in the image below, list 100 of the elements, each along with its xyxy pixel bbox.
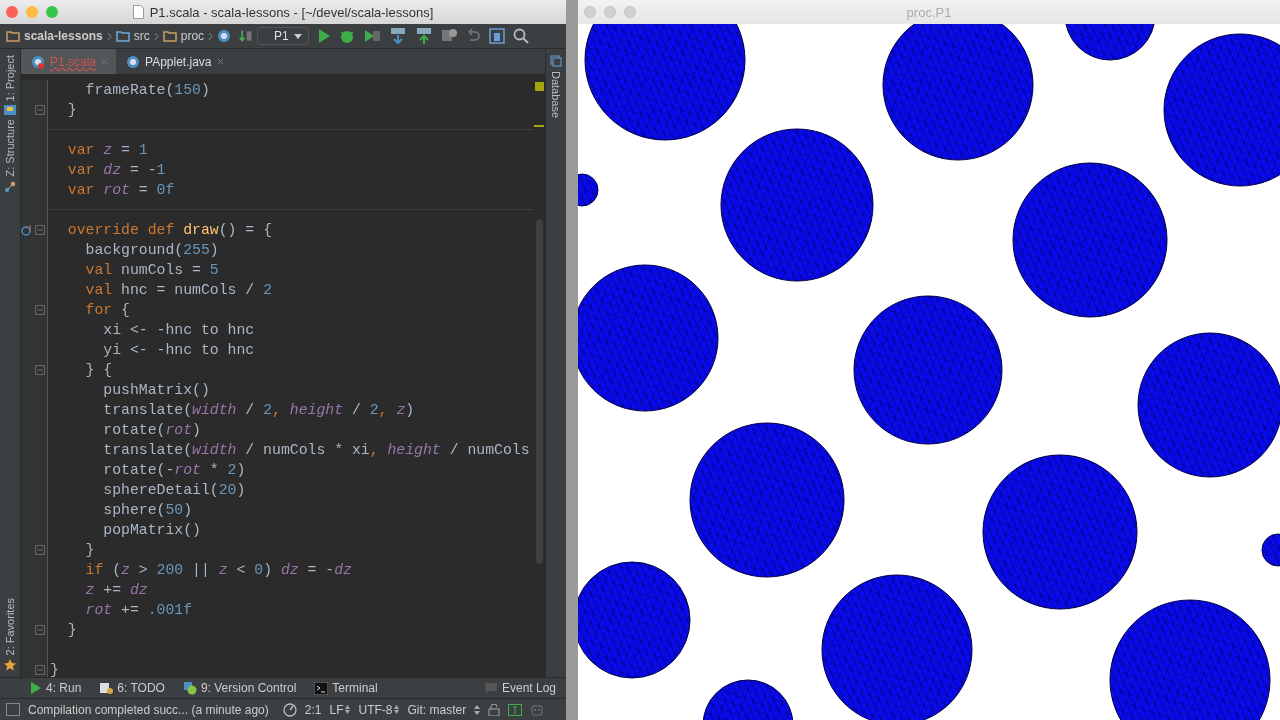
code-line: rot += .001f (84, 601, 194, 620)
minimize-button[interactable] (26, 6, 38, 18)
code-line: sphereDetail(20) (102, 481, 247, 500)
run-config-dropdown[interactable]: P1 (257, 27, 309, 45)
tool-window-tab[interactable]: 1: Project (4, 55, 16, 102)
updown-icon (394, 705, 400, 714)
tool-window-button[interactable]: 6: TODO (99, 681, 165, 695)
code-line: var z = 1 (66, 141, 149, 160)
close-icon[interactable] (216, 58, 224, 65)
code-line: sphere(50) (102, 501, 194, 520)
fold-marker-icon[interactable] (35, 545, 45, 555)
code-line: } (66, 621, 78, 640)
history-icon[interactable] (440, 28, 457, 44)
project-icon (4, 105, 16, 116)
chevron-icon (106, 31, 112, 41)
gauge-icon (282, 702, 297, 717)
folder-icon (162, 30, 177, 42)
caret-icon (293, 33, 302, 39)
code-line: val numCols = 5 (84, 261, 220, 280)
fold-marker-icon[interactable] (35, 105, 45, 115)
fold-marker-icon[interactable] (35, 365, 45, 375)
code-line: yi <- -hnc to hnc (102, 341, 256, 360)
editor-tab[interactable]: PApplet.java (116, 49, 232, 74)
code-line: translate(width / numCols * xi, height / numCols (102, 441, 531, 460)
structure-icon[interactable] (488, 28, 505, 44)
tool-window-tab[interactable]: Database (550, 71, 562, 119)
close-button[interactable] (584, 6, 596, 18)
vcs-icon (182, 681, 197, 695)
chevron-icon (153, 31, 159, 41)
event-log-button[interactable]: Event Log (483, 681, 556, 695)
run-icon (30, 681, 42, 695)
breadcrumb-item[interactable]: proc (180, 29, 205, 43)
breadcrumb-item[interactable]: src (133, 29, 150, 43)
chevron-icon (208, 31, 214, 41)
sort-icon[interactable] (239, 28, 254, 44)
lock-icon[interactable] (488, 703, 501, 716)
code-line: popMatrix() (102, 521, 202, 540)
class-icon (31, 54, 45, 69)
code-line: rotate(-rot * 2) (102, 461, 247, 480)
override-icon (21, 224, 33, 236)
fold-marker-icon[interactable] (35, 225, 45, 235)
vcs-update-icon[interactable] (388, 27, 407, 45)
warning-marker (534, 125, 544, 127)
minimize-button[interactable] (604, 6, 616, 18)
terminal-icon (314, 681, 329, 695)
code-line: } (66, 101, 78, 120)
code-line: xi <- -hnc to hnc (102, 321, 256, 340)
status-message: Compilation completed succ... (a minute ago) (28, 702, 269, 717)
close-button[interactable] (6, 6, 18, 18)
updown-icon (345, 705, 351, 714)
tool-window-tab[interactable]: 2: Favorites (4, 597, 16, 655)
inspection-icon[interactable] (508, 703, 523, 716)
star-icon (4, 659, 16, 671)
bug-icon[interactable] (338, 28, 355, 44)
panel-toggle-icon[interactable] (6, 703, 20, 716)
class-icon (126, 54, 141, 69)
fold-marker-icon[interactable] (35, 665, 45, 675)
code-line: var rot = 0f (66, 181, 176, 200)
tool-window-button[interactable]: 9: Version Control (182, 681, 297, 695)
vcs-branch-selector[interactable]: Git: master (407, 702, 467, 717)
structure-icon (4, 180, 16, 193)
document-icon (132, 5, 144, 19)
fold-marker-icon[interactable] (35, 305, 45, 315)
tool-window-button[interactable]: Terminal (314, 681, 378, 695)
vcs-commit-icon[interactable] (414, 27, 433, 45)
code-line: frameRate(150) (84, 81, 211, 100)
breadcrumb-item[interactable]: scala-lessons (24, 29, 103, 43)
line-separator-selector[interactable]: LF (329, 702, 351, 717)
close-icon[interactable] (101, 58, 109, 65)
code-line: pushMatrix() (102, 381, 211, 400)
zoom-button[interactable] (46, 6, 58, 18)
tool-window-button[interactable]: 4: Run (30, 681, 82, 695)
caret-position[interactable]: 2:1 (304, 702, 322, 717)
run-icon[interactable] (316, 28, 331, 44)
updown-icon (474, 704, 481, 715)
class-icon (217, 29, 232, 43)
tool-window-tab[interactable]: Z: Structure (4, 119, 16, 177)
code-line: } (50, 661, 60, 677)
fold-marker-icon[interactable] (35, 625, 45, 635)
database-icon (550, 55, 562, 67)
code-line: background(255) (84, 241, 220, 260)
coverage-icon[interactable] (362, 28, 381, 44)
folder-icon (115, 30, 130, 42)
code-line: val hnc = numCols / 2 (84, 281, 273, 300)
code-line: } { (84, 361, 114, 380)
todo-icon (99, 681, 114, 695)
code-line: if (z > 200 || z < 0) dz = -dz (84, 561, 353, 580)
robot-icon[interactable] (530, 702, 545, 717)
window-title: P1.scala - scala-lessons - [~/devel/scala-lessons] (149, 4, 434, 20)
search-icon[interactable] (512, 28, 529, 44)
code-line: override def draw() = { (66, 221, 273, 240)
folder-icon (6, 30, 20, 42)
code-line: var dz = -1 (66, 161, 167, 180)
code-line: for { (84, 301, 131, 320)
encoding-selector[interactable]: UTF-8 (358, 702, 400, 717)
zoom-button[interactable] (624, 6, 636, 18)
code-line: translate(width / 2, height / 2, z) (102, 401, 416, 420)
speech-bubble-icon (483, 682, 498, 694)
code-line: z += dz (84, 581, 149, 600)
window-title: proc.P1 (906, 4, 952, 20)
